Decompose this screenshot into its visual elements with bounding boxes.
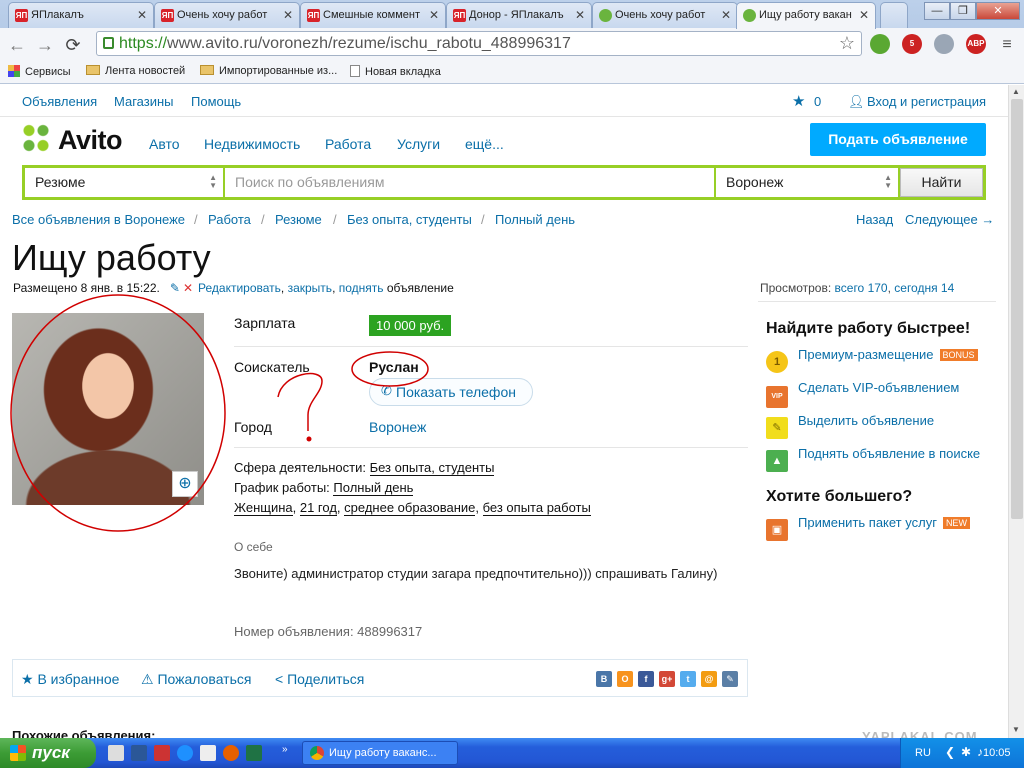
page-scrollbar[interactable]: ▲ ▼ bbox=[1008, 85, 1024, 738]
task-label: Ищу работу ваканс... bbox=[329, 747, 437, 759]
scroll-down-icon[interactable]: ▼ bbox=[1012, 725, 1020, 734]
bookmark-new-tab[interactable]: Новая вкладка bbox=[350, 65, 441, 78]
web-page: Объявления Магазины Помощь ★ 0 👤︎ Вход и… bbox=[0, 85, 1008, 738]
close-tab-icon[interactable]: ✕ bbox=[429, 8, 439, 22]
close-window-button[interactable]: ✕ bbox=[976, 2, 1020, 20]
bookmarks-bar: Сервисы Лента новостей Импортированные и… bbox=[0, 60, 1024, 84]
start-button[interactable]: пуск bbox=[0, 738, 96, 768]
taskbar-chrome-window[interactable]: Ищу работу ваканс... bbox=[302, 741, 458, 765]
back-icon[interactable]: ← bbox=[6, 34, 28, 56]
bookmark-star-icon[interactable]: ☆ bbox=[839, 33, 855, 54]
start-label: пуск bbox=[32, 743, 70, 762]
yaplakal-icon: ЯП bbox=[15, 9, 28, 22]
page-icon bbox=[350, 65, 360, 77]
tab-5[interactable]: Очень хочу работ ✕ bbox=[592, 2, 738, 28]
tab-label: Донор - ЯПлакалъ bbox=[469, 9, 564, 21]
annotation-circle-name bbox=[351, 351, 429, 387]
new-tab-button[interactable] bbox=[880, 2, 908, 28]
address-bar[interactable]: https://www.avito.ru/voronezh/rezume/isc… bbox=[96, 31, 862, 56]
avito-icon bbox=[743, 9, 756, 22]
clock[interactable]: 10:05 bbox=[983, 747, 1011, 759]
scrollbar-thumb[interactable] bbox=[1011, 99, 1023, 519]
quicklaunch-app-icon[interactable] bbox=[154, 745, 170, 761]
close-tab-icon[interactable]: ✕ bbox=[575, 8, 585, 22]
bookmark-label: Сервисы bbox=[25, 66, 71, 78]
maximize-button[interactable]: ❐ bbox=[950, 2, 976, 20]
lock-icon bbox=[103, 37, 114, 49]
tab-label: Смешные коммент bbox=[323, 9, 421, 21]
reload-icon[interactable]: ⟳ bbox=[62, 34, 84, 56]
scroll-up-icon[interactable]: ▲ bbox=[1012, 87, 1020, 96]
folder-icon bbox=[86, 65, 100, 75]
quicklaunch-explorer-icon[interactable] bbox=[108, 745, 124, 761]
minimize-button[interactable]: — bbox=[924, 2, 950, 20]
system-tray: RU ❮ ✱ ♪ 10:05 bbox=[900, 738, 1024, 768]
close-tab-icon[interactable]: ✕ bbox=[721, 8, 731, 22]
bookmark-services[interactable]: Сервисы bbox=[8, 65, 71, 78]
tab-2[interactable]: ЯП Очень хочу работ ✕ bbox=[154, 2, 300, 28]
tab-1[interactable]: ЯП ЯПлакалъ ✕ bbox=[8, 2, 154, 28]
language-indicator[interactable]: RU bbox=[915, 747, 931, 759]
windows-taskbar: пуск » Ищу работу ваканс... RU ❮ ✱ ♪ 10:… bbox=[0, 738, 1024, 768]
browser-toolbar: ← → ⟳ https://www.avito.ru/voronezh/rezu… bbox=[0, 28, 1024, 60]
tab-4[interactable]: ЯП Донор - ЯПлакалъ ✕ bbox=[446, 2, 592, 28]
tab-6-active[interactable]: Ищу работу вакан ✕ bbox=[736, 2, 876, 29]
chrome-icon bbox=[310, 746, 324, 760]
tab-3[interactable]: ЯП Смешные коммент ✕ bbox=[300, 2, 446, 28]
folder-icon bbox=[200, 65, 214, 75]
tab-label: Очень хочу работ bbox=[177, 9, 268, 21]
url-scheme: https:// bbox=[119, 35, 168, 52]
close-tab-icon[interactable]: ✕ bbox=[283, 8, 293, 22]
yaplakal-icon: ЯП bbox=[161, 9, 174, 22]
bookmark-label: Новая вкладка bbox=[365, 66, 441, 78]
quicklaunch-more-icon[interactable]: » bbox=[282, 744, 288, 755]
url-path: www.avito.ru/voronezh/rezume/ischu_rabot… bbox=[167, 35, 571, 52]
yaplakal-icon: ЯП bbox=[453, 9, 466, 22]
apps-grid-icon bbox=[8, 65, 20, 77]
quicklaunch-firefox-icon[interactable] bbox=[223, 745, 239, 761]
forward-icon[interactable]: → bbox=[34, 34, 56, 56]
bookmark-label: Импортированные из... bbox=[219, 65, 338, 77]
bookmark-label: Лента новостей bbox=[105, 65, 186, 77]
quicklaunch-ie-icon[interactable] bbox=[177, 745, 193, 761]
tab-label: Очень хочу работ bbox=[615, 9, 706, 21]
quicklaunch-notepad-icon[interactable] bbox=[200, 745, 216, 761]
windows-flag-icon bbox=[10, 745, 26, 761]
tab-strip: ЯП ЯПлакалъ ✕ ЯП Очень хочу работ ✕ ЯП С… bbox=[0, 0, 1024, 29]
menu-icon[interactable]: ≡ bbox=[996, 34, 1018, 56]
browser-chrome: ЯП ЯПлакалъ ✕ ЯП Очень хочу работ ✕ ЯП С… bbox=[0, 0, 1024, 84]
close-tab-icon[interactable]: ✕ bbox=[137, 8, 147, 22]
extension-badge-icon[interactable]: 5 bbox=[902, 34, 922, 54]
avito-icon bbox=[599, 9, 612, 22]
annotation-question-mark bbox=[277, 372, 323, 431]
yaplakal-icon: ЯП bbox=[307, 9, 320, 22]
tray-arrow-icon[interactable]: ❮ bbox=[945, 745, 955, 759]
close-tab-icon[interactable]: ✕ bbox=[859, 8, 869, 22]
tab-label: Ищу работу вакан bbox=[759, 9, 852, 21]
annotation-question-dot bbox=[306, 436, 312, 442]
extension-bell-icon[interactable] bbox=[934, 34, 954, 54]
annotation-circle-photo bbox=[10, 294, 226, 532]
bluetooth-icon[interactable]: ✱ bbox=[961, 745, 971, 759]
extension-icon[interactable] bbox=[870, 34, 890, 54]
quicklaunch-word-icon[interactable] bbox=[131, 745, 147, 761]
bookmark-news-feed[interactable]: Лента новостей bbox=[86, 65, 185, 77]
annotation-overlay bbox=[10, 294, 429, 532]
quicklaunch-excel-icon[interactable] bbox=[246, 745, 262, 761]
adblock-icon[interactable]: ABP bbox=[966, 34, 986, 54]
tab-label: ЯПлакалъ bbox=[31, 9, 84, 21]
bookmark-imported[interactable]: Импортированные из... bbox=[200, 65, 337, 77]
